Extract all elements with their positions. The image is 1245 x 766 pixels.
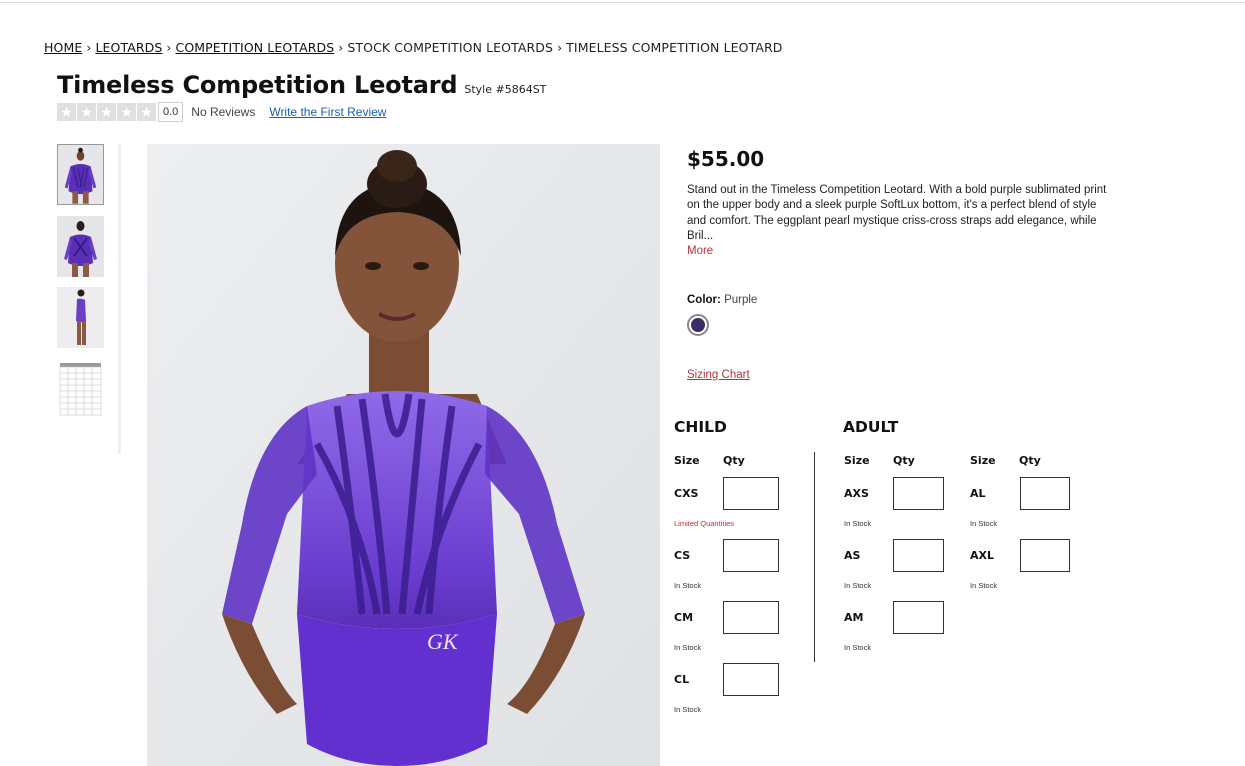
child-qty-header: Qty <box>723 454 745 467</box>
size-label-cl: CL <box>674 673 690 686</box>
thumbnail-back[interactable] <box>57 216 104 277</box>
star-icon: ★ <box>117 103 136 121</box>
swatch-fill <box>691 318 705 333</box>
rating-score: 0.0 <box>158 102 184 122</box>
color-selector-label: Color: Purple <box>687 294 1117 306</box>
star-icon: ★ <box>97 103 116 121</box>
sizing-chart-link[interactable]: Sizing Chart <box>687 369 750 381</box>
size-label-cxs: CXS <box>674 487 699 500</box>
size-chart-thumbnail-image <box>57 359 104 420</box>
child-sizes-title: CHILD <box>674 418 727 436</box>
top-divider <box>0 0 1245 3</box>
breadcrumb-stock-competition-leotards: STOCK COMPETITION LEOTARDS <box>347 40 554 55</box>
adult-qty-header-2: Qty <box>1019 454 1041 467</box>
adult-sizes-title: ADULT <box>843 418 899 436</box>
thumbnail-side[interactable] <box>57 287 104 348</box>
size-label-as: AS <box>844 549 861 562</box>
breadcrumb-separator: › <box>166 40 172 55</box>
color-value: Purple <box>724 294 758 307</box>
stock-status-cxs: Limited Quantities <box>674 519 735 528</box>
stock-status-cs: In Stock <box>674 581 702 590</box>
qty-input-am[interactable] <box>893 601 944 634</box>
adult-size-header: Size <box>844 454 870 467</box>
stock-status-al: In Stock <box>970 519 998 528</box>
page-title: Timeless Competition Leotard <box>57 71 458 99</box>
size-label-cm: CM <box>674 611 694 624</box>
size-label-cs: CS <box>674 549 691 562</box>
stock-status-am: In Stock <box>844 643 872 652</box>
color-swatch-purple[interactable] <box>687 314 709 337</box>
breadcrumb-home-link[interactable]: HOME <box>44 40 82 55</box>
main-product-image[interactable]: GK <box>147 144 660 766</box>
star-icon: ★ <box>57 103 76 121</box>
model-wearing-leotard-image: GK <box>147 144 660 766</box>
size-label-axl: AXL <box>970 549 995 562</box>
breadcrumb-separator: › <box>338 40 344 55</box>
star-icon: ★ <box>77 103 96 121</box>
thumbnail-size-chart[interactable] <box>57 359 104 420</box>
size-label-am: AM <box>844 611 864 624</box>
adult-qty-header: Qty <box>893 454 915 467</box>
qty-input-as[interactable] <box>893 539 944 572</box>
leotard-side-thumbnail-image <box>57 287 104 348</box>
write-review-link[interactable]: Write the First Review <box>269 105 386 119</box>
more-link[interactable]: More <box>687 245 1117 257</box>
stock-status-as: In Stock <box>844 581 872 590</box>
size-label-al: AL <box>970 487 986 500</box>
product-price: $55.00 <box>687 147 765 171</box>
star-icon: ★ <box>137 103 156 121</box>
adult-size-header-2: Size <box>970 454 996 467</box>
thumbnail-gallery <box>57 144 121 454</box>
leotard-front-thumbnail-image <box>58 145 103 204</box>
breadcrumb-current-page: TIMELESS COMPETITION LEOTARD <box>566 40 783 55</box>
stock-status-axs: In Stock <box>844 519 872 528</box>
leotard-back-thumbnail-image <box>57 216 104 277</box>
color-label: Color: <box>687 294 721 307</box>
qty-input-axl[interactable] <box>1020 539 1070 572</box>
stock-status-cm: In Stock <box>674 643 702 652</box>
size-group-divider <box>814 452 815 662</box>
child-size-header: Size <box>674 454 700 467</box>
qty-input-cm[interactable] <box>723 601 779 634</box>
qty-input-cs[interactable] <box>723 539 779 572</box>
svg-text:GK: GK <box>427 629 459 654</box>
breadcrumb-separator: › <box>557 40 563 55</box>
thumbnail-front[interactable] <box>57 144 104 205</box>
size-label-axs: AXS <box>844 487 869 500</box>
qty-input-cxs[interactable] <box>723 477 779 510</box>
qty-input-cl[interactable] <box>723 663 779 696</box>
product-title-row: Timeless Competition Leotard Style #5864… <box>57 71 546 99</box>
style-number: Style #5864ST <box>464 83 547 96</box>
qty-input-axs[interactable] <box>893 477 944 510</box>
stock-status-axl: In Stock <box>970 581 998 590</box>
rating-row: ★ ★ ★ ★ ★ 0.0 No Reviews Write the First… <box>57 102 386 122</box>
stock-status-cl: In Stock <box>674 705 702 714</box>
product-description: Stand out in the Timeless Competition Le… <box>687 184 1107 242</box>
breadcrumb-competition-leotards-link[interactable]: COMPETITION LEOTARDS <box>176 40 335 55</box>
qty-input-al[interactable] <box>1020 477 1070 510</box>
breadcrumb-separator: › <box>86 40 92 55</box>
star-rating: ★ ★ ★ ★ ★ <box>57 103 156 121</box>
breadcrumb-leotards-link[interactable]: LEOTARDS <box>95 40 162 55</box>
breadcrumb: HOME › LEOTARDS › COMPETITION LEOTARDS › STOCK… <box>44 40 783 55</box>
product-info: $55.00 Stand out in the Timeless Competi… <box>687 147 1117 337</box>
review-count: No Reviews <box>191 105 256 119</box>
